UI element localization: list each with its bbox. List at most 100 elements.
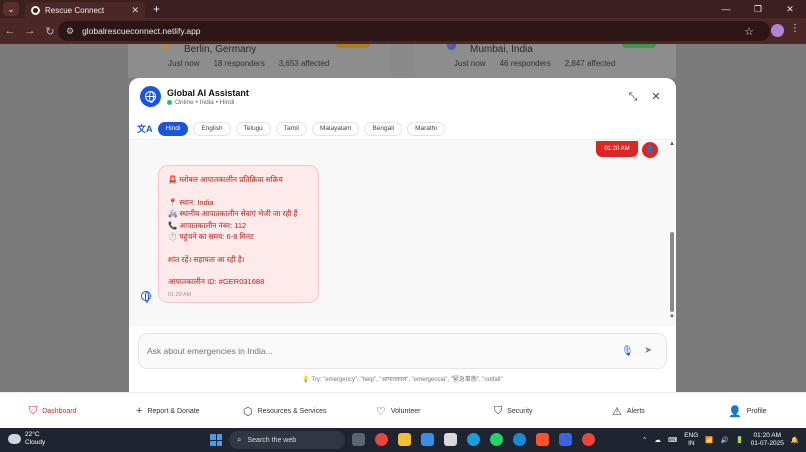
send-icon[interactable]: ➤	[644, 345, 656, 357]
chat-scrollbar[interactable]: ▲ ▼	[669, 141, 675, 323]
language-pill-tamil[interactable]: Tamil	[275, 121, 307, 136]
file-explorer-icon[interactable]	[398, 433, 411, 446]
scrollbar-thumb[interactable]	[670, 232, 674, 312]
incident-card: Berlin, Germany Just now 18 responders 3…	[128, 44, 390, 78]
nav-alerts[interactable]: ⚠ Alerts	[612, 405, 645, 418]
incident-affected: 3,653 affected	[278, 59, 330, 68]
weather-widget[interactable]: 22°C Cloudy	[8, 431, 45, 447]
incident-marker-icon	[447, 44, 456, 50]
background-incident-cards: Berlin, Germany Just now 18 responders 3…	[128, 44, 676, 78]
bot-line-location: 📍 स्थान: India	[168, 197, 214, 207]
task-view-icon[interactable]	[352, 433, 365, 446]
close-window-button[interactable]: ✕	[774, 0, 806, 18]
wifi-icon[interactable]: 📶	[705, 436, 713, 444]
notification-bell-icon[interactable]: 🔔	[791, 436, 799, 444]
close-chat-icon[interactable]: ✕	[649, 90, 663, 104]
todo-icon[interactable]	[421, 433, 434, 446]
lang-region: IN	[688, 440, 695, 447]
nav-volunteer[interactable]: ♡ Volunteer	[376, 405, 420, 418]
word-icon[interactable]	[559, 433, 572, 446]
scroll-down-icon[interactable]: ▼	[669, 314, 675, 320]
bot-line-header: 🚨 ग्लोबल आपातकालीन प्रतिक्रिया सक्रिय	[168, 175, 283, 184]
assistant-status-text: Online • India • Hindi	[175, 99, 235, 106]
bottom-navigation: ⛉ Dashboard + Report & Donate ⬡ Resource…	[0, 392, 806, 428]
volume-icon[interactable]: 🔊	[720, 436, 728, 444]
user-message-bubble: 01:20 AM	[596, 141, 638, 157]
weather-condition: Cloudy	[25, 439, 46, 446]
profile-avatar-icon[interactable]	[771, 24, 784, 37]
nav-dashboard[interactable]: ⛉ Dashboard	[29, 405, 77, 418]
battery-icon[interactable]: 🔋	[736, 436, 744, 444]
incident-meta: Just now 46 responders 2,847 affected	[454, 59, 615, 68]
minimize-chat-icon[interactable]: ⤡	[626, 90, 640, 104]
scroll-up-icon[interactable]: ▲	[669, 141, 675, 147]
bot-message-time: 01:20 AM	[168, 292, 192, 298]
language-pill-telugu[interactable]: Telugu	[235, 121, 271, 136]
microphone-icon[interactable]: 🎙	[621, 346, 634, 358]
language-selector: 文A Hindi English Telugu Tamil Malayalam …	[129, 118, 676, 140]
nav-label: Alerts	[626, 408, 645, 415]
reload-icon[interactable]: ↻	[40, 25, 60, 38]
chrome-active-icon[interactable]	[582, 433, 595, 446]
chrome-icon[interactable]	[375, 433, 388, 446]
chat-messages[interactable]: 01:20 AM 👤 🚨 ग्लोबल आपातकालीन प्रतिक्रिय…	[129, 141, 676, 326]
input-language[interactable]: ENG IN	[684, 432, 698, 448]
language-pill-bengali[interactable]: Bengali	[364, 121, 403, 136]
back-icon[interactable]: ←	[0, 25, 20, 37]
tab-search-button[interactable]: ⌄	[3, 2, 19, 16]
address-bar[interactable]: ⚙ globalrescueconnect.netlify.app ☆	[58, 21, 770, 41]
language-pill-hindi[interactable]: Hindi	[157, 121, 189, 136]
lang-code: ENG	[684, 432, 699, 439]
windows-taskbar: 22°C Cloudy ⌕ Search the web ⌃ ☁ ⌨ ENG I…	[0, 428, 806, 452]
whatsapp-icon[interactable]	[490, 433, 503, 446]
more-menu-icon[interactable]: ⋮	[790, 23, 800, 34]
forward-icon[interactable]: →	[20, 25, 40, 37]
language-pill-malayalam[interactable]: Malayalam	[311, 121, 360, 136]
chat-input[interactable]	[147, 343, 607, 359]
keyboard-icon[interactable]: ⌨	[668, 436, 677, 444]
chat-input-box: 🎙 ➤	[138, 333, 667, 369]
brave-icon[interactable]	[536, 433, 549, 446]
minimize-button[interactable]: —	[710, 0, 742, 18]
tab-close-icon[interactable]: ✕	[131, 5, 139, 16]
nav-profile[interactable]: 👤 Profile	[728, 405, 767, 418]
incident-responders: 18 responders	[213, 59, 265, 68]
site-favicon-icon	[31, 5, 40, 15]
windows-start-icon[interactable]	[210, 434, 222, 446]
browser-toolbar: ← → ↻ ⚙ globalrescueconnect.netlify.app …	[0, 18, 806, 44]
tray-chevron-icon[interactable]: ⌃	[642, 436, 647, 444]
online-indicator	[167, 100, 172, 105]
globe-icon	[145, 91, 156, 103]
clock-time: 01:20 AM	[753, 432, 782, 439]
assistant-title: Global AI Assistant	[167, 88, 249, 98]
system-tray: ⌃ ☁ ⌨ ENG IN 📶 🔊 🔋 01:20 AM 01-07-2025 🔔	[642, 428, 806, 452]
site-info-icon[interactable]: ⚙	[66, 26, 74, 37]
incident-responders: 46 responders	[499, 59, 551, 68]
notepad-icon[interactable]	[444, 433, 457, 446]
severity-badge	[336, 44, 370, 48]
onedrive-icon[interactable]: ☁	[654, 436, 661, 444]
maximize-button[interactable]: ❐	[742, 0, 774, 18]
language-pill-english[interactable]: English	[193, 121, 231, 136]
incident-marker-icon	[161, 44, 170, 50]
edge-icon[interactable]	[513, 433, 526, 446]
incident-time: Just now	[454, 59, 486, 68]
nav-report-donate[interactable]: + Report & Donate	[136, 405, 200, 417]
browser-tab[interactable]: Rescue Connect ✕	[25, 2, 145, 18]
suggestion-hint: 💡 Try: "emergency", "help", "आपातकाल", "…	[302, 377, 503, 383]
taskbar-search[interactable]: ⌕ Search the web	[229, 431, 345, 449]
bookmark-star-icon[interactable]: ☆	[744, 25, 754, 38]
nav-resources-services[interactable]: ⬡ Resources & Services	[243, 405, 326, 418]
user-icon: 👤	[728, 406, 742, 418]
language-pill-marathi[interactable]: Marathi	[407, 121, 445, 136]
taskbar-search-text: Search the web	[247, 436, 297, 444]
bot-message-bubble: 🚨 ग्लोबल आपातकालीन प्रतिक्रिया सक्रिय 📍 …	[158, 165, 319, 303]
nav-label: Security	[507, 408, 533, 415]
clock[interactable]: 01:20 AM 01-07-2025	[751, 432, 784, 448]
bot-line-services: 🚑 स्थानीय आपातकालीन सेवाएं भेजी जा रही ह…	[168, 209, 298, 218]
cortana-icon[interactable]	[467, 433, 480, 446]
nav-security[interactable]: ⛉ Security	[494, 405, 533, 418]
new-tab-button[interactable]: +	[153, 2, 160, 16]
bot-line-spacer	[168, 265, 309, 276]
cloud-icon	[8, 434, 21, 444]
